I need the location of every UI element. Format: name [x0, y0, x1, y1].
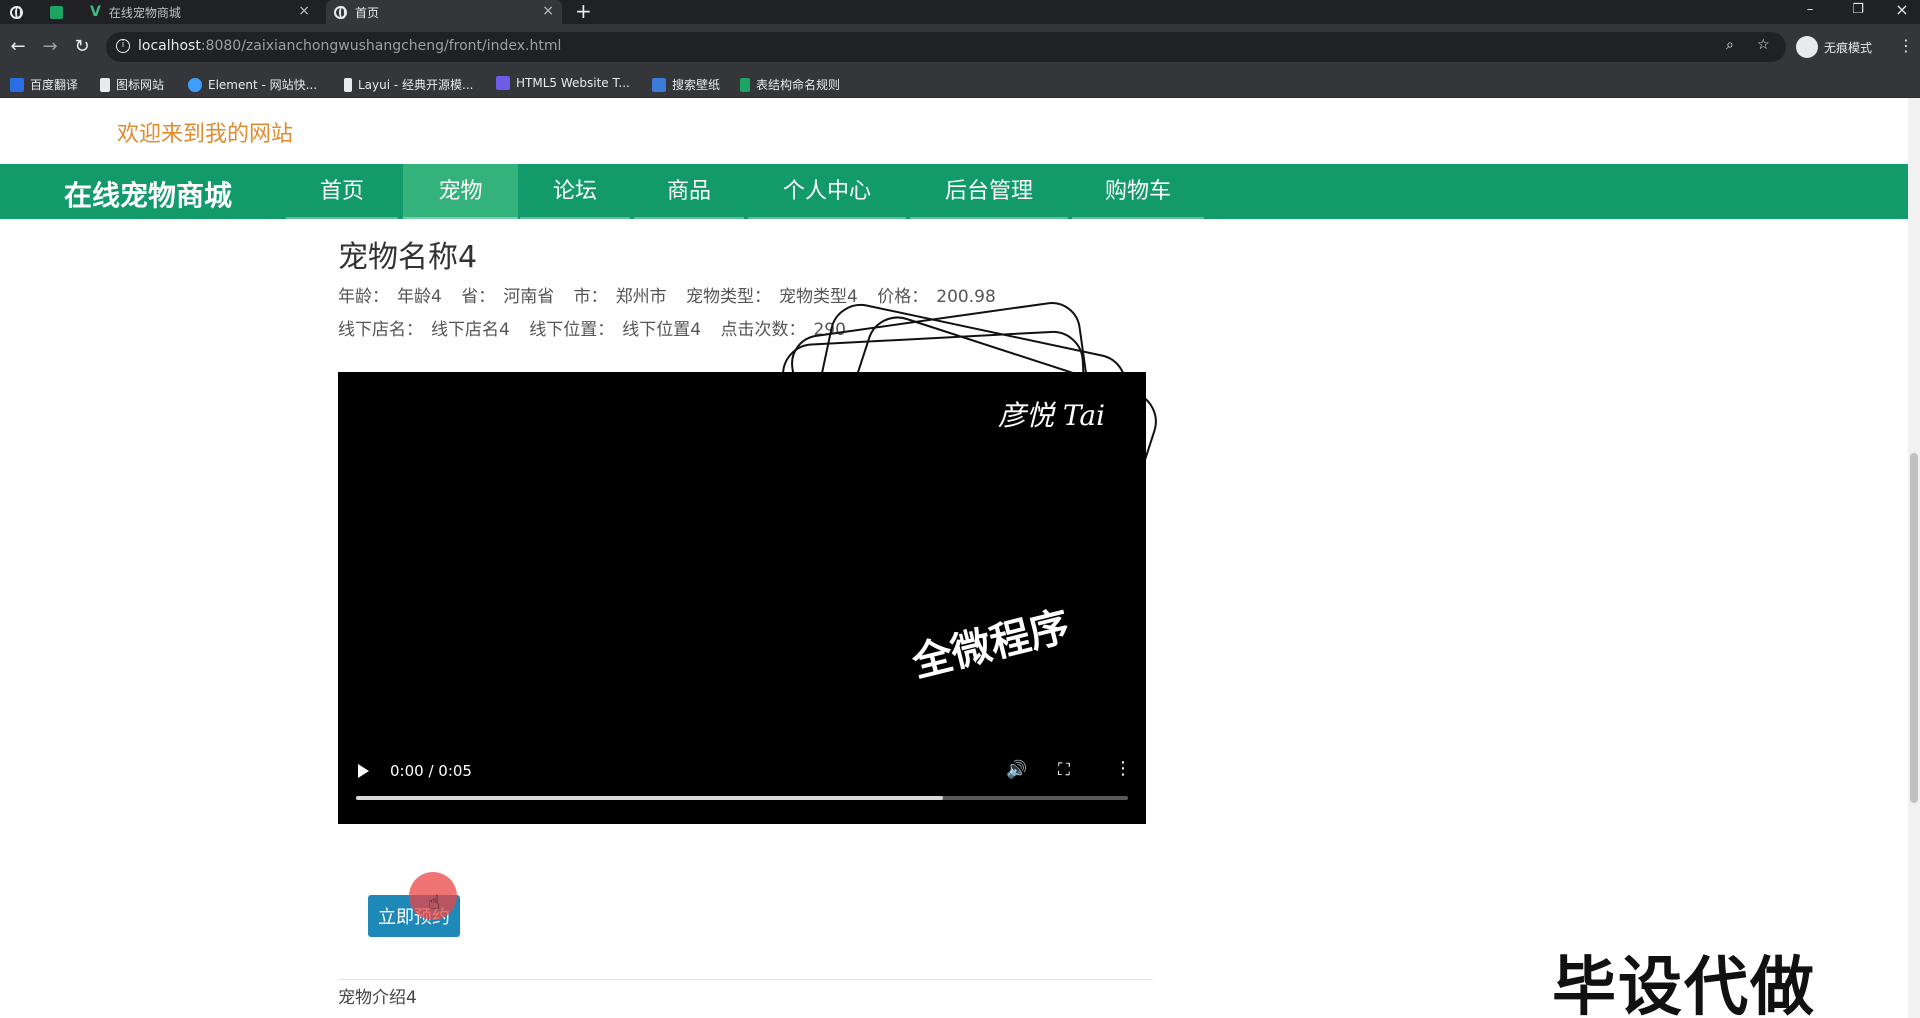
pet-introduction: 宠物介绍4: [338, 988, 417, 1008]
section-divider: [338, 979, 1153, 980]
age-label: 年龄：: [338, 287, 389, 307]
tab-title: 在线宠物商城: [108, 5, 181, 20]
address-bar[interactable]: i localhost:8080/zaixianchongwushangchen…: [106, 32, 1786, 62]
nav-item-products[interactable]: 商品: [634, 164, 744, 219]
pet-name-title: 宠物名称4: [338, 240, 478, 275]
forward-arrow-icon[interactable]: →: [38, 36, 62, 57]
browser-tab-strip: V 在线宠物商城 × 首页 × + – ❐ ×: [0, 0, 1920, 24]
bookmark-item[interactable]: 百度翻译: [10, 76, 78, 93]
page-content: 欢迎来到我的网站 在线宠物商城 首页 宠物 论坛 商品 个人中心 后台管理 购物…: [0, 98, 1908, 1018]
video-watermark-middle: 全微程序: [907, 603, 1075, 687]
location-label: 线下位置：: [529, 320, 615, 340]
layui-icon: [344, 77, 352, 92]
html5-icon: [496, 76, 510, 90]
city-value: 郑州市: [615, 287, 667, 307]
incognito-indicator[interactable]: 无痕模式: [1796, 36, 1872, 58]
close-icon[interactable]: ×: [542, 3, 554, 19]
site-brand[interactable]: 在线宠物商城: [64, 174, 232, 214]
tab-pinned-2[interactable]: [50, 0, 80, 24]
back-arrow-icon[interactable]: ←: [6, 36, 30, 57]
sheet-icon: [740, 77, 750, 92]
globe-icon: [334, 5, 347, 19]
nav-item-personal-center[interactable]: 个人中心: [748, 164, 906, 219]
url-text[interactable]: localhost:8080/zaixianchongwushangcheng/…: [138, 38, 561, 54]
new-tab-button[interactable]: +: [575, 0, 592, 24]
tab-pinned-1[interactable]: [10, 0, 40, 24]
bookmark-item[interactable]: Layui - 经典开源模...: [344, 76, 473, 93]
overlay-watermark: 毕设代做: [1552, 951, 1816, 1018]
tab-home[interactable]: 首页 ×: [326, 0, 562, 24]
browser-toolbar: ← → ↻ i localhost:8080/zaixianchongwusha…: [0, 24, 1920, 70]
nav-item-home[interactable]: 首页: [286, 164, 398, 219]
restore-button[interactable]: ❐: [1838, 0, 1878, 24]
page-scrollbar[interactable]: [1908, 98, 1920, 1018]
city-label: 市：: [573, 287, 608, 307]
location-value: 线下位置4: [622, 320, 702, 340]
province-label: 省：: [461, 287, 496, 307]
close-window-button[interactable]: ×: [1882, 0, 1920, 24]
volume-icon[interactable]: 🔊: [1006, 760, 1027, 780]
scrollbar-thumb[interactable]: [1910, 453, 1918, 803]
nav-item-pets[interactable]: 宠物: [403, 164, 518, 219]
welcome-text: 欢迎来到我的网站: [117, 122, 294, 147]
nav-item-forum[interactable]: 论坛: [520, 164, 630, 219]
province-value: 河南省: [503, 287, 555, 307]
pet-video-player[interactable]: 彦悦 Tai 全微程序 0:00 / 0:05 🔊 ⛶ ⋮: [338, 372, 1146, 824]
video-progress-bar[interactable]: [356, 796, 1128, 800]
bookmarks-bar: 百度翻译 图标网站 Element - 网站快... Layui - 经典开源模…: [0, 70, 1920, 98]
play-icon[interactable]: [358, 764, 369, 778]
store-label: 线下店名：: [338, 320, 423, 340]
wallpaper-icon: [652, 77, 666, 92]
star-icon[interactable]: ☆: [1757, 37, 1770, 53]
more-options-icon[interactable]: ⋮: [1114, 758, 1132, 779]
bookmark-item[interactable]: 表结构命名规则: [740, 76, 840, 93]
zoom-icon[interactable]: ⌕: [1726, 37, 1734, 53]
nav-item-admin[interactable]: 后台管理: [910, 164, 1068, 219]
store-value: 线下店名4: [431, 320, 510, 340]
main-navbar: 在线宠物商城 首页 宠物 论坛 商品 个人中心 后台管理 购物车: [0, 164, 1908, 219]
vue-icon: V: [90, 4, 101, 20]
reload-icon[interactable]: ↻: [70, 36, 94, 57]
close-icon[interactable]: ×: [298, 3, 310, 19]
more-menu-icon[interactable]: ⋮: [1898, 36, 1914, 55]
nav-item-cart[interactable]: 购物车: [1072, 164, 1204, 219]
flag-icon: [100, 77, 110, 92]
minimize-button[interactable]: –: [1790, 0, 1830, 24]
video-watermark-top: 彦悦 Tai: [998, 399, 1106, 432]
info-icon[interactable]: i: [116, 39, 130, 53]
tab-title: 首页: [355, 5, 380, 20]
age-value: 年龄4: [397, 287, 442, 307]
video-progress-fill: [356, 796, 943, 800]
element-icon: [188, 77, 202, 92]
url-host: localhost: [138, 38, 201, 54]
bookmark-item[interactable]: 搜索壁纸: [652, 76, 720, 93]
incognito-icon: [1796, 36, 1818, 58]
baidu-translate-icon: [10, 77, 24, 92]
url-path: :8080/zaixianchongwushangcheng/front/ind…: [200, 38, 562, 54]
sheet-icon: [50, 5, 63, 19]
video-time: 0:00 / 0:05: [390, 762, 472, 780]
bookmark-item[interactable]: HTML5 Website T...: [496, 76, 630, 90]
incognito-label: 无痕模式: [1824, 40, 1873, 55]
hand-cursor-icon: ☝: [428, 890, 441, 914]
bookmark-item[interactable]: 图标网站: [100, 76, 164, 93]
globe-icon: [10, 5, 23, 19]
tab-pet-mall[interactable]: V 在线宠物商城 ×: [90, 0, 318, 24]
bookmark-item[interactable]: Element - 网站快...: [188, 76, 317, 93]
fullscreen-icon[interactable]: ⛶: [1058, 760, 1070, 780]
